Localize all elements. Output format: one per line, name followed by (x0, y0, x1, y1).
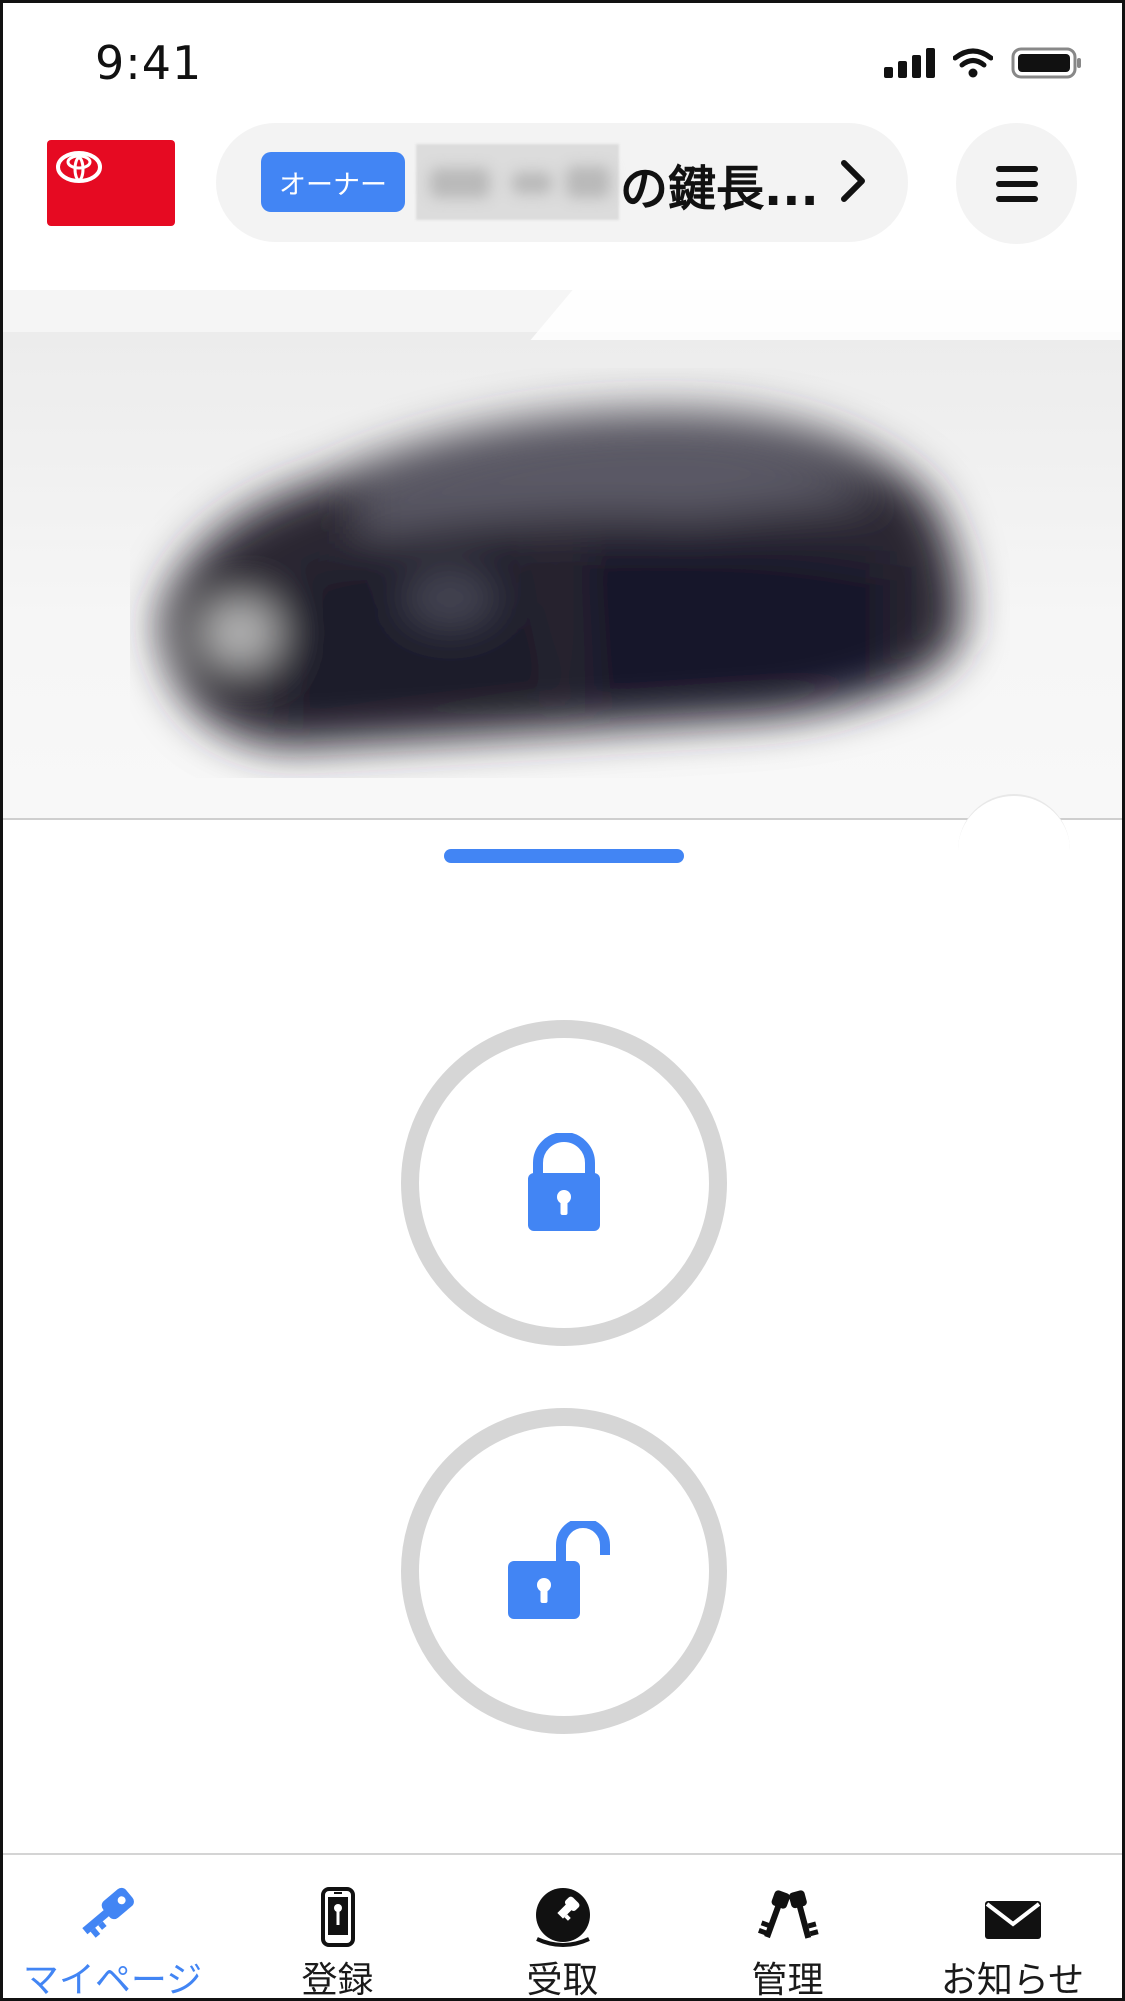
hero-divider (0, 818, 1125, 820)
receive-key-icon (535, 1888, 590, 1947)
status-icons (884, 46, 1083, 80)
vehicle-name-suffix: の鍵長... (620, 161, 819, 217)
unlock-icon (508, 1521, 610, 1619)
unlock-button[interactable] (401, 1408, 727, 1734)
hamburger-menu-icon (995, 165, 1038, 202)
tab-manage[interactable]: 管理 (675, 1887, 900, 2001)
key-icon (81, 1887, 134, 1938)
vehicle-hero (0, 290, 1125, 820)
phone-key-icon (320, 1887, 355, 1947)
owner-badge: オーナー (261, 152, 405, 212)
tab-label: 登録 (301, 1960, 374, 2001)
tab-label: お知らせ (940, 1960, 1085, 2001)
cellular-signal-icon (884, 48, 935, 78)
tab-label: 受取 (526, 1960, 599, 2001)
tab-receive[interactable]: 受取 (450, 1887, 675, 2001)
tab-notifications[interactable]: お知らせ (900, 1887, 1125, 2001)
tab-my-page[interactable]: マイページ (0, 1887, 225, 2001)
lock-icon (528, 1133, 600, 1231)
sheet-drag-handle[interactable] (444, 849, 684, 863)
chevron-right-icon (841, 160, 865, 202)
tab-register[interactable]: 登録 (225, 1887, 450, 2001)
keys-icon (757, 1890, 819, 1939)
vehicle-name-redacted (416, 144, 619, 220)
mail-icon (984, 1901, 1041, 1939)
brand-emblem-icon (56, 151, 102, 183)
vehicle-image (160, 412, 962, 748)
battery-icon (1011, 47, 1081, 79)
status-time: 9:41 (95, 36, 203, 90)
lock-button[interactable] (401, 1020, 727, 1346)
brand-logo (47, 140, 175, 226)
vehicle-selector[interactable]: オーナー の鍵長... (216, 123, 908, 242)
bottom-tab-bar: マイページ 登録 受取 管理 お知らせ (0, 1853, 1125, 2001)
tab-label: 管理 (751, 1960, 824, 2001)
wifi-icon (953, 48, 993, 78)
app-header: オーナー の鍵長... (0, 120, 1125, 260)
tab-label: マイページ (22, 1960, 203, 2001)
menu-button[interactable] (956, 123, 1077, 244)
status-bar: 9:41 (0, 0, 1125, 120)
